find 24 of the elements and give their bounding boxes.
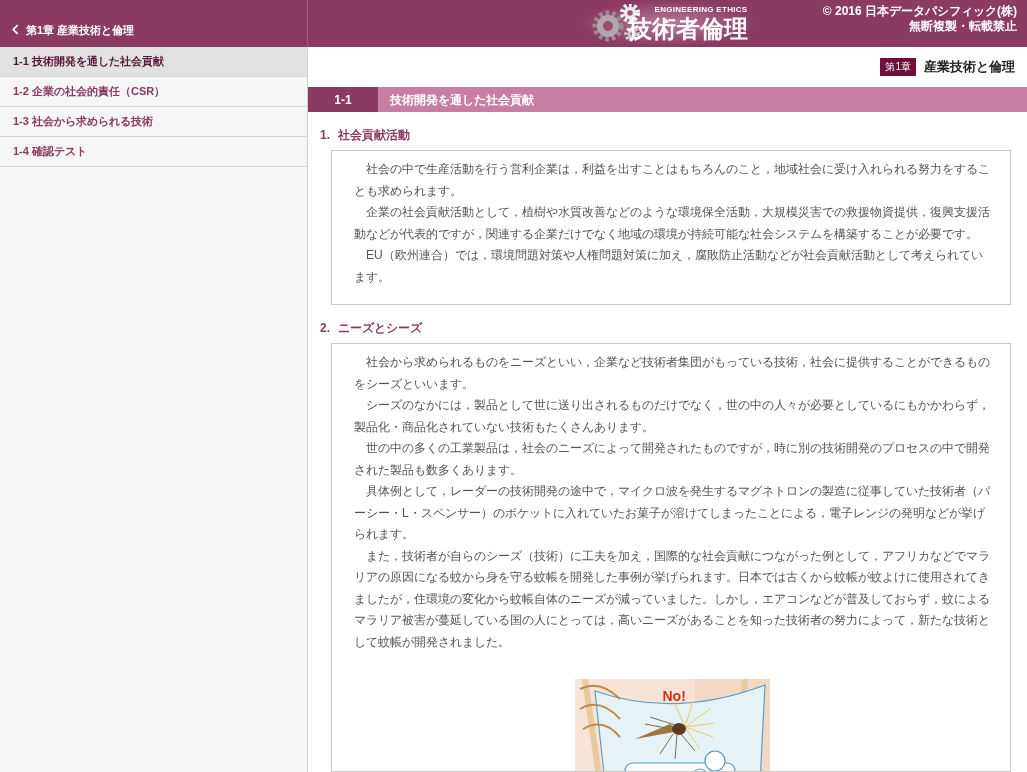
body-paragraph: 社会の中で生産活動を行う営利企業は，利益を出すことはもちろんのこと，地域社会に受け入れられる努力をすることも求められます。	[354, 161, 990, 200]
body-paragraph: シーズのなかには，製品として世に送り出されるものだけでなく，世の中の人々が必要としているにもかかわらず，製品化・商品化されていない技術もたくさんあります。	[354, 397, 990, 436]
copyright-text: 無断複製・転載禁止	[909, 19, 1017, 34]
copyright-text: © 2016 日本データパシフィック(株)	[822, 4, 1017, 19]
subsection-number: 1.	[320, 127, 330, 144]
sidebar-item[interactable]: 1-1 技術開発を通した社会貢献	[0, 47, 307, 77]
logo-subtitle: ENGINEERING ETHICS	[654, 4, 748, 15]
chapter-badge: 第1章	[880, 58, 916, 76]
back-link[interactable]: 第1章 産業技術と倫理	[12, 21, 135, 38]
exclamation-text: No!	[662, 689, 686, 703]
chevron-left-icon	[12, 24, 19, 36]
logo-title: 技術者倫理	[627, 14, 748, 43]
body-paragraph: 企業の社会貢献活動として，植樹や水質改善などのような環境保全活動，大規模災害での救援物資提供，復興支援活動などが代表的ですが，関連する企業だけでなく地域の環境が持続可能な社会システムを構築することが必要です。	[354, 204, 990, 243]
body-paragraph: 世の中の多くの工業製品は，社会のニーズによって開発されたものですが，時に別の技術開発のプロセスの中で開発された製品も数多くあります。	[354, 440, 990, 479]
section-title: 技術開発を通した社会貢献	[389, 91, 534, 109]
body-paragraph: 社会から求められるものをニーズといい，企業など技術者集団がもっている技術，社会に提供することができるものをシーズといいます。	[354, 354, 990, 393]
body-paragraph: EU（欧州連合）では，環境問題対策や人権問題対策に加え，腐敗防止活動などが社会貢献活動として考えられています。	[354, 247, 984, 286]
body-paragraph: 具体例として，レーダーの技術開発の途中で，マイクロ波を発生するマグネトロンの製造に従事していた技術者（パーシー・L・スペンサー）のポケットに入れていたお菓子が溶けてしまったことによる，電子レンジの発明などが挙げられます。	[354, 483, 990, 543]
chapter-title: 産業技術と倫理	[924, 58, 1015, 77]
subsection-number: 2.	[320, 320, 330, 337]
subsection-heading: 社会貢献活動	[338, 127, 410, 144]
body-paragraph: また，技術者が自らのシーズ（技術）に工夫を加え，国際的な社会貢献につながった例として，アフリカなどでマラリアの原因になる蚊から身を守る蚊帳を開発した事例が挙げられます。日本では古くから蚊帳が蚊よけに使用されてきましたが，住環境の変化から蚊帳自体のニーズが減っていました。しかし，エアコンなどが普及しておらず，蚊によるマラリア被害が蔓延している国の人にとっては，高いニーズがあることを知った技術者の努力によって，新たな技術として蚊帳が開発されました。	[354, 547, 990, 651]
section-number: 1-1	[308, 87, 378, 112]
subsection-heading: ニーズとシーズ	[338, 320, 422, 337]
